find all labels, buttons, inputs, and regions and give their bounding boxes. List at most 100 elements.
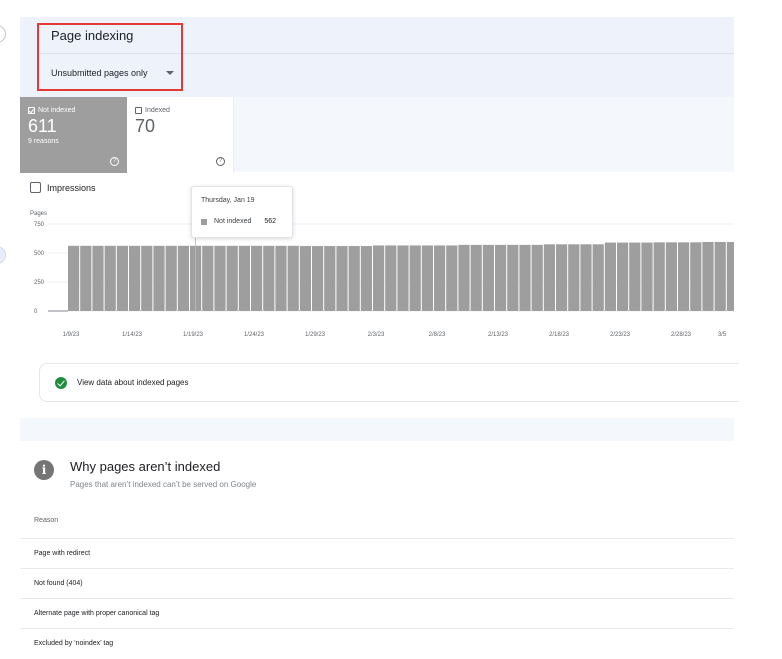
chart-bar [482,244,494,311]
chart-bar [226,245,238,311]
annotation-highlight-box [37,23,183,91]
chart-bar [409,245,421,311]
table-row[interactable]: Not found (404) [20,568,734,598]
check-circle-icon [55,376,67,389]
side-control[interactable] [0,246,6,264]
chart-bar [690,242,702,311]
not-indexed-label: Not indexed [38,107,76,114]
y-tick-label: 0 [34,309,38,315]
chart-bar [116,245,128,311]
chart-bar [287,245,299,311]
table-row[interactable]: Alternate page with proper canonical tag [20,598,734,628]
chart-bar [385,245,397,311]
why-subtitle: Pages that aren’t indexed can’t be serve… [70,480,257,489]
chart-bar [543,244,555,311]
x-tick-label: 2/23/23 [610,332,631,338]
impressions-toggle[interactable]: Impressions [30,182,96,193]
x-tick-label: 3/5 [718,332,727,338]
impressions-label: Impressions [47,182,96,193]
checkbox-icon [30,182,41,193]
chart-bar [275,245,287,311]
chart-bar [678,242,690,311]
tooltip-row: Not indexed 562 [201,218,283,225]
x-tick-label: 1/14/23 [122,332,143,338]
table-row[interactable]: Page with redirect [20,538,734,568]
x-tick-label: 1/9/23 [63,332,80,338]
chart-bar [592,244,604,311]
not-indexed-label-row: Not indexed [28,107,119,114]
indexed-count: 70 [135,116,156,136]
y-axis-label: Pages [30,211,47,217]
chart-bar [299,246,311,311]
chart-bar [373,245,385,311]
indexed-label: Indexed [145,107,170,114]
chart-bar [531,244,543,311]
chart-bar [129,245,141,311]
chart-bar [434,245,446,311]
chart-bar [714,241,726,311]
tooltip-date: Thursday, Jan 19 [201,197,255,204]
chart-bar [507,244,519,311]
view-indexed-pages-link[interactable]: View data about indexed pages [39,363,739,402]
chart-bar [263,245,275,311]
chart-bar [153,245,165,311]
x-tick-label: 2/18/23 [549,332,570,338]
section-gap [20,421,734,441]
y-tick-label: 250 [34,280,45,286]
not-indexed-count: 611 [28,116,57,136]
help-icon[interactable]: ? [110,157,119,166]
chart-bar [568,244,580,311]
chart-bar [312,246,324,311]
chart-tooltip: Thursday, Jan 19 Not indexed 562 [191,186,293,238]
chart-bar [580,244,592,311]
x-tick-label: 2/13/23 [488,332,509,338]
checkbox-icon [135,107,142,114]
x-tick-label: 2/28/23 [671,332,692,338]
reason-column-header[interactable]: Reason [34,517,58,524]
chart-bar [251,245,263,311]
chart-bar [446,245,458,311]
chart-bar [519,244,531,311]
x-tick-label: 1/24/23 [244,332,265,338]
chart-bar [495,244,507,311]
reason-label: Excluded by ‘noindex’ tag [34,640,114,647]
chart-bar [92,245,104,311]
indexed-label-row: Indexed [135,107,225,114]
indexed-tile[interactable]: Indexed 70 ? [127,97,234,173]
x-tick-label: 1/19/23 [183,332,204,338]
why-title: Why pages aren’t indexed [70,459,221,474]
chart-bar [360,246,372,311]
chart-bar [641,242,653,311]
table-row[interactable]: Excluded by ‘noindex’ tag [20,628,734,658]
chart-bar [470,244,482,311]
y-tick-label: 500 [34,251,45,257]
x-tick-label: 1/29/23 [305,332,326,338]
x-tick-label: 2/8/23 [429,332,446,338]
not-indexed-reasons: 9 reasons [28,138,59,145]
reason-label: Page with redirect [34,550,91,557]
chart-bar [397,245,409,311]
chart-bar [726,241,734,311]
chart-bar [141,245,153,311]
checkbox-checked-icon [28,107,35,114]
tooltip-swatch [201,218,207,225]
chart-bar [629,242,641,311]
help-icon[interactable]: ? [216,157,225,166]
chart-bar [238,245,250,311]
back-button[interactable] [0,25,6,43]
indexing-bar-chart: Pages 750 500 250 0 1/9/23 1/14/23 1/19/23 1/24/… [30,211,734,338]
chart-bar [556,244,568,311]
view-data-label: View data about indexed pages [77,378,189,387]
chart-bar [104,245,116,311]
reason-label: Alternate page with proper canonical tag [34,610,160,617]
chart-bar [653,242,665,311]
page-indexing-report: Page indexing Unsubmitted pages only Not… [0,0,782,659]
chart-bar [202,245,214,311]
chart-bar [165,245,177,311]
reason-label: Not found (404) [34,580,83,587]
chart-bar [617,242,629,311]
chart-bar [214,245,226,311]
not-indexed-tile[interactable]: Not indexed 611 9 reasons ? [20,97,127,173]
chart-bar [80,245,92,311]
chart-bar [324,246,336,311]
